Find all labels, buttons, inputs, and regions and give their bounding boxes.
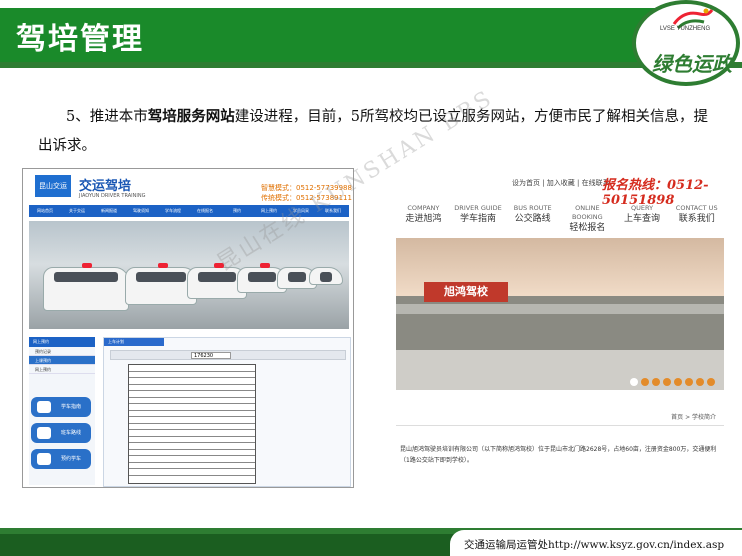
jiaoyun-nav-item[interactable]: 驾驶须知 <box>125 205 157 217</box>
nav-cn: 上车查询 <box>624 214 661 224</box>
sidebar-header: 网上预约 <box>29 337 95 347</box>
breadcrumb: 首页 > 学校简介 <box>396 408 724 426</box>
xuhong-nav-contact[interactable]: CONTACT US 联系我们 <box>669 204 724 228</box>
driver-guide-button[interactable]: 学车指南 <box>31 397 91 417</box>
jiaoyun-banner-cars <box>29 221 349 329</box>
logo-english-text: LVSE YUNZHENG <box>660 26 711 32</box>
nav-cn: 轻松报名 <box>569 223 606 233</box>
footer-dark-band <box>0 534 470 556</box>
jiaoyun-main-panel: 上车计划 176230 <box>103 337 351 487</box>
slide: 驾培管理 LVSE YUNZHENG 绿色运政 5、推进本市驾培服务网站建设进程… <box>0 0 742 556</box>
bus-icon <box>37 427 51 439</box>
page-title: 驾培管理 <box>16 22 144 57</box>
nav-cn: 公交路线 <box>514 214 551 224</box>
footer-source-text: 交通运输局运管处http://www.ksyz.gov.cn/index.asp <box>464 539 725 551</box>
jiaoyun-nav-item[interactable]: 网站首页 <box>29 205 61 217</box>
search-input[interactable]: 176230 <box>191 352 231 359</box>
jiaoyun-nav-item[interactable]: 预约 <box>221 205 253 217</box>
carousel-dots[interactable] <box>630 378 715 386</box>
taxi-car <box>309 267 343 285</box>
school-building: 旭鸿驾校 <box>396 282 724 350</box>
jiaoyun-brand: 交运驾培 <box>79 179 132 194</box>
sidebar-item[interactable]: 网上预约 <box>29 365 95 374</box>
nav-cn: 学车指南 <box>460 214 497 224</box>
paragraph-part-1: 5、推进本市 <box>66 109 148 125</box>
xuhong-nav-query[interactable]: QUERY 上车查询 <box>615 204 670 228</box>
sidebar-item[interactable]: 上课预约 <box>29 356 95 365</box>
paragraph-bold: 驾培服务网站 <box>147 108 235 125</box>
xuhong-nav-guide[interactable]: DRIVER GUIDE 学车指南 <box>451 204 506 228</box>
xuhong-nav-bus[interactable]: BUS ROUTE 公交路线 <box>505 204 560 228</box>
jiaoyun-nav-item[interactable]: 关于交运 <box>61 205 93 217</box>
xuhong-top-links[interactable]: 设为首页 | 加入收藏 | 在线联系 <box>512 178 610 188</box>
xuhong-hotline: 报名热线：0512-50151898 <box>602 178 709 208</box>
xuhong-nav: COMPANY 走进旭鸿 DRIVER GUIDE 学车指南 BUS ROUTE 公交… <box>396 204 724 233</box>
jiaoyun-logo: 昆山交运 <box>35 175 71 197</box>
car-icon <box>37 453 51 465</box>
pdf-toolbar: 176230 <box>110 350 346 360</box>
school-sign: 旭鸿驾校 <box>424 282 508 302</box>
xuhong-banner: 旭鸿驾校 <box>396 238 724 390</box>
button-label: 预约学车 <box>61 456 82 462</box>
book-lesson-button[interactable]: 预约学车 <box>31 449 91 469</box>
nav-cn: 走进旭鸿 <box>405 214 442 224</box>
nav-en: COMPANY <box>407 204 440 212</box>
bus-route-button[interactable]: 班车路线 <box>31 423 91 443</box>
schedule-table <box>128 364 256 484</box>
taxi-car <box>43 263 129 311</box>
jiaoyun-nav-item[interactable]: 学车流程 <box>157 205 189 217</box>
button-label: 学车指南 <box>61 404 82 410</box>
main-panel-header: 上车计划 <box>104 338 164 346</box>
nav-en: BUS ROUTE <box>513 204 552 212</box>
sidebar-item[interactable]: 预约记录 <box>29 347 95 356</box>
jiaoyun-brand-en: JIAOYUN DRIVER TRAINING <box>79 193 146 199</box>
breadcrumb-text[interactable]: 首页 > 学校简介 <box>671 412 716 421</box>
header: 驾培管理 LVSE YUNZHENG 绿色运政 <box>0 0 742 86</box>
xuhong-nav-booking[interactable]: ONLINE BOOKING 轻松报名 <box>560 204 615 233</box>
button-label: 班车路线 <box>61 430 82 436</box>
school-intro-text: 昆山旭鸿驾驶员培训有限公司（以下简称旭鸿驾校）位于昆山市北门路2628号，占地6… <box>400 446 717 464</box>
book-icon <box>37 401 51 413</box>
nav-cn: 联系我们 <box>678 214 715 224</box>
nav-en: ONLINE BOOKING <box>572 204 603 221</box>
jiaoyun-nav-item[interactable]: 在线报名 <box>189 205 221 217</box>
xuhong-nav-company[interactable]: COMPANY 走进旭鸿 <box>396 204 451 228</box>
header-underline <box>0 62 742 68</box>
jiaoyun-nav-item[interactable]: 新闻报道 <box>93 205 125 217</box>
xuhong-site-screenshot: 设为首页 | 加入收藏 | 在线联系 报名热线：0512-50151898 CO… <box>396 168 724 488</box>
nav-en: DRIVER GUIDE <box>454 204 502 212</box>
nav-en: CONTACT US <box>675 204 718 212</box>
logo-chinese-text: 绿色运政 <box>652 52 732 76</box>
nav-en: QUERY <box>630 204 654 212</box>
